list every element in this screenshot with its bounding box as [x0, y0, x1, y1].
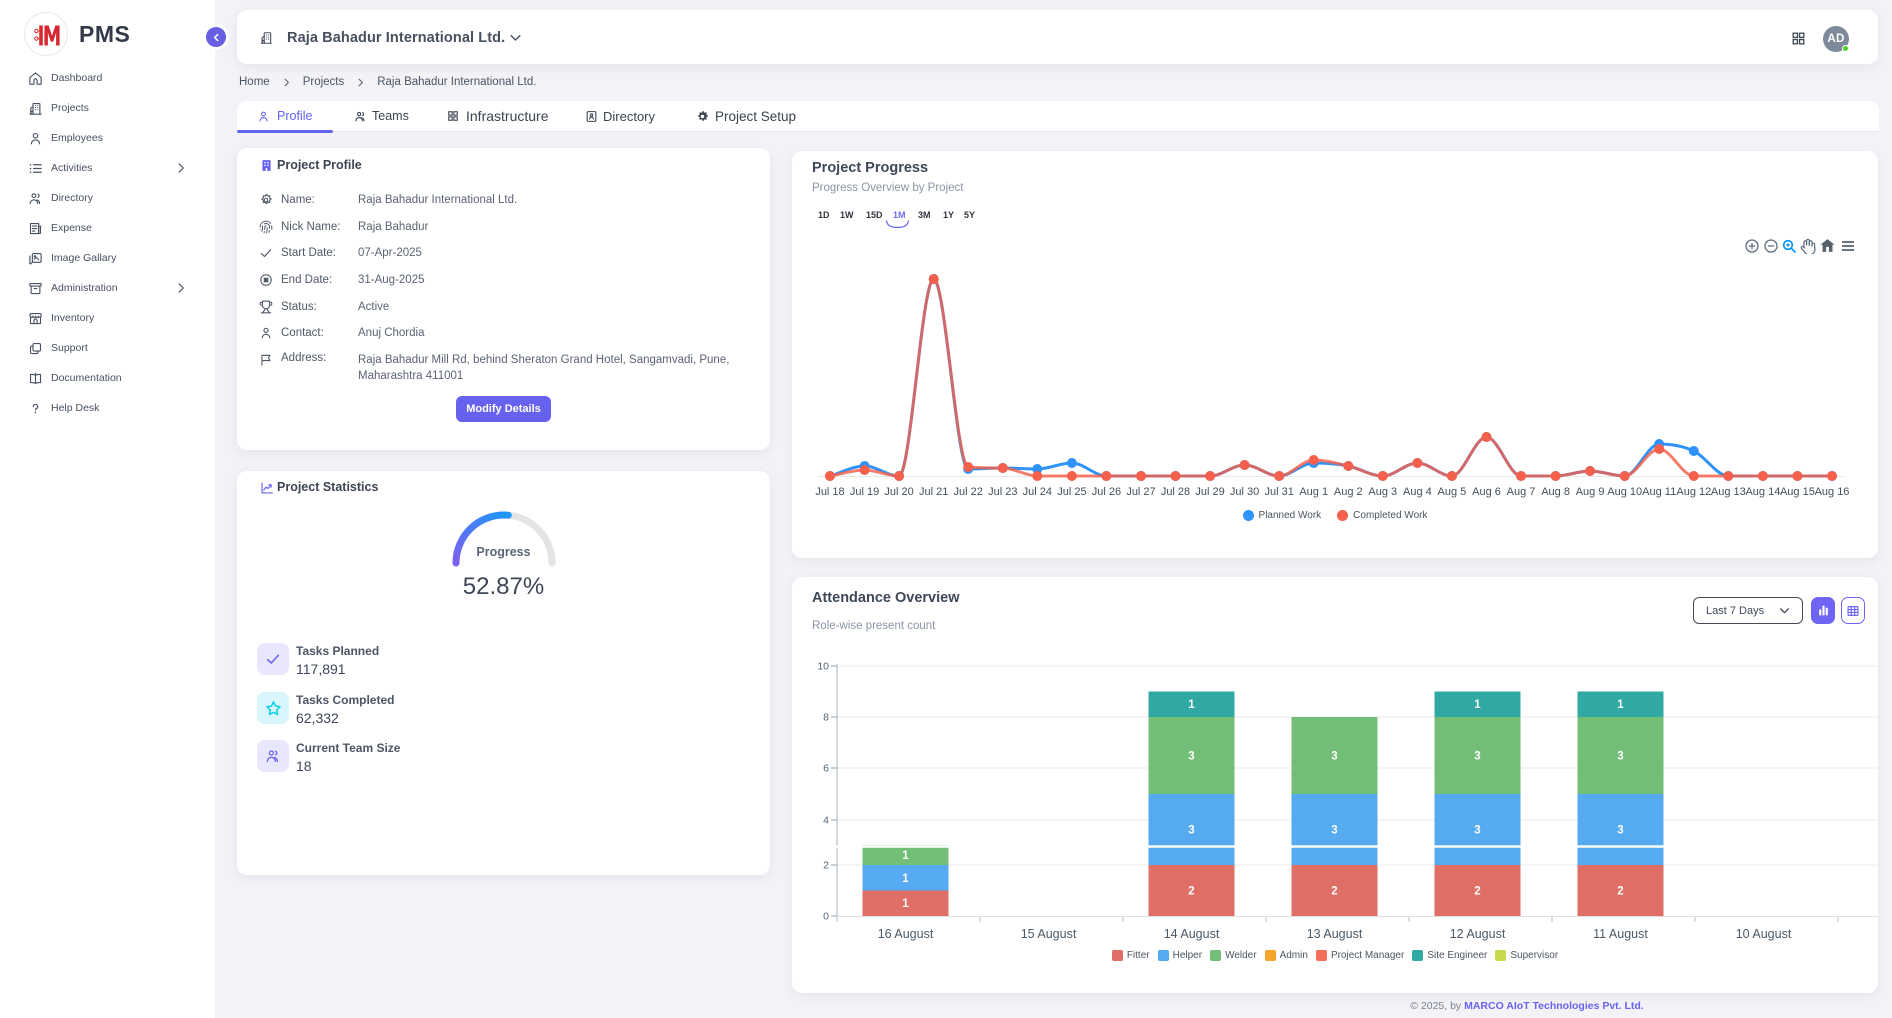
svg-text:3: 3 — [1188, 751, 1194, 763]
svg-text:Jul 28: Jul 28 — [1161, 486, 1190, 498]
svg-text:Aug 12: Aug 12 — [1676, 486, 1711, 498]
svg-text:Jul 25: Jul 25 — [1057, 486, 1086, 498]
svg-text:1: 1 — [1474, 699, 1481, 711]
svg-text:Aug 1: Aug 1 — [1299, 486, 1328, 498]
svg-text:Jul 19: Jul 19 — [850, 486, 879, 498]
svg-text:Jul 20: Jul 20 — [884, 486, 913, 498]
svg-text:3: 3 — [1617, 751, 1623, 763]
svg-text:Jul 30: Jul 30 — [1230, 486, 1259, 498]
svg-text:2: 2 — [1617, 886, 1623, 898]
svg-text:11 August: 11 August — [1593, 927, 1648, 941]
svg-text:Aug 9: Aug 9 — [1576, 486, 1605, 498]
svg-text:2: 2 — [1188, 886, 1194, 898]
svg-text:3: 3 — [1331, 825, 1337, 837]
svg-text:15 August: 15 August — [1021, 927, 1077, 941]
svg-text:Aug 15: Aug 15 — [1780, 486, 1815, 498]
svg-text:1: 1 — [1617, 699, 1624, 711]
svg-text:12 August: 12 August — [1450, 927, 1506, 941]
svg-text:Jul 31: Jul 31 — [1265, 486, 1294, 498]
svg-text:1: 1 — [902, 898, 909, 910]
svg-text:Aug 11: Aug 11 — [1642, 486, 1676, 498]
svg-text:Jul 18: Jul 18 — [815, 486, 844, 498]
svg-text:Aug 4: Aug 4 — [1403, 486, 1432, 498]
svg-text:16 August: 16 August — [878, 927, 934, 941]
svg-text:Aug 2: Aug 2 — [1334, 486, 1363, 498]
svg-text:3: 3 — [1617, 825, 1623, 837]
svg-text:1: 1 — [902, 873, 909, 885]
svg-text:Jul 27: Jul 27 — [1126, 486, 1155, 498]
svg-text:Jul 23: Jul 23 — [988, 486, 1017, 498]
svg-text:2: 2 — [1331, 886, 1337, 898]
svg-text:Jul 24: Jul 24 — [1023, 486, 1052, 498]
svg-text:0: 0 — [823, 911, 829, 923]
svg-text:3: 3 — [1188, 825, 1194, 837]
svg-text:14 August: 14 August — [1164, 927, 1220, 941]
svg-text:10 August: 10 August — [1736, 927, 1792, 941]
svg-text:1: 1 — [1188, 699, 1195, 711]
svg-text:Jul 22: Jul 22 — [954, 486, 983, 498]
svg-text:Aug 10: Aug 10 — [1607, 486, 1642, 498]
svg-text:2: 2 — [823, 860, 829, 872]
svg-text:Aug 13: Aug 13 — [1711, 486, 1746, 498]
svg-text:Jul 26: Jul 26 — [1092, 486, 1121, 498]
svg-text:2: 2 — [1474, 886, 1480, 898]
svg-text:3: 3 — [1331, 751, 1337, 763]
svg-text:10: 10 — [817, 661, 829, 673]
svg-text:Aug 8: Aug 8 — [1541, 486, 1570, 498]
svg-text:Aug 6: Aug 6 — [1472, 486, 1501, 498]
svg-text:Aug 7: Aug 7 — [1507, 486, 1536, 498]
svg-text:1: 1 — [902, 850, 909, 862]
svg-text:Jul 21: Jul 21 — [919, 486, 948, 498]
svg-text:Aug 3: Aug 3 — [1368, 486, 1397, 498]
svg-text:8: 8 — [823, 712, 829, 724]
svg-text:Jul 29: Jul 29 — [1195, 486, 1224, 498]
svg-text:6: 6 — [823, 763, 829, 775]
svg-text:3: 3 — [1474, 751, 1480, 763]
svg-text:13 August: 13 August — [1307, 927, 1363, 941]
svg-text:4: 4 — [823, 815, 829, 827]
svg-text:Aug 5: Aug 5 — [1438, 486, 1467, 498]
svg-text:3: 3 — [1474, 825, 1480, 837]
svg-text:Aug 16: Aug 16 — [1815, 486, 1850, 498]
svg-text:Aug 14: Aug 14 — [1745, 486, 1780, 498]
